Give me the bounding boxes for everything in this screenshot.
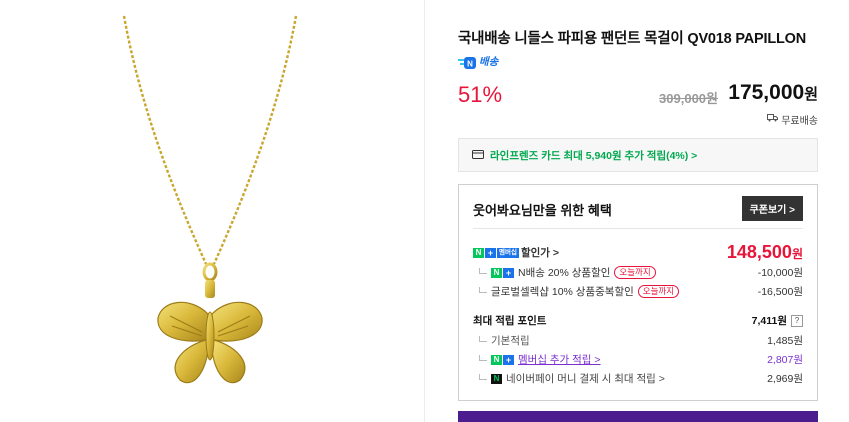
member-price-row[interactable]: N + 멤버십 할인가 > 148,500원 bbox=[473, 242, 803, 263]
shipping-label: 무료배송 bbox=[781, 116, 818, 127]
points-row[interactable]: N 네이버페이 머니 결제 시 최대 적립 > 2,969원 bbox=[473, 371, 803, 386]
tree-corner-icon bbox=[479, 373, 487, 380]
plus-icon: + bbox=[503, 267, 514, 278]
benefit-heading: 웃어봐요님만을 위한 혜택 bbox=[473, 203, 612, 218]
member-price-value: 148,500 bbox=[726, 242, 792, 262]
product-image-panel bbox=[0, 0, 425, 422]
product-title: 국내배송 니들스 파피용 팬던트 목걸이 QV018 PAPILLON bbox=[458, 31, 806, 47]
today-only-pill: 오늘까지 bbox=[614, 266, 656, 279]
discount-label: 글로벌셀렉샵 10% 상품중복할인 bbox=[491, 286, 634, 298]
card-promo-banner[interactable]: 라인프렌즈 카드 최대 5,940원 추가 적립(4%) > bbox=[458, 138, 818, 172]
coupon-view-button[interactable]: 쿠폰보기 > bbox=[741, 196, 803, 221]
tree-corner-icon bbox=[479, 354, 487, 361]
points-value: 2,969원 bbox=[767, 373, 803, 385]
card-promo-text: 라인프렌즈 카드 최대 5,940원 추가 적립(4%) > bbox=[490, 149, 698, 162]
membership-badge: 멤버십 bbox=[497, 247, 519, 258]
shipping-info: 무료배송 bbox=[767, 112, 818, 127]
max-points-label: 최대 적립 포인트 bbox=[473, 315, 547, 327]
credit-card-icon bbox=[472, 146, 484, 164]
tree-corner-icon bbox=[479, 335, 487, 342]
membership-points-link[interactable]: 멤버십 추가 적립 > bbox=[518, 352, 601, 367]
member-price-label: 할인가 > bbox=[520, 247, 559, 259]
naver-delivery-icon: N bbox=[458, 56, 476, 69]
discount-row: N + N배송 20% 상품할인 오늘까지 -10,000원 bbox=[473, 265, 803, 280]
sale-price: 175,000원 bbox=[728, 81, 818, 105]
naverpay-points-link[interactable]: 네이버페이 머니 결제 시 최대 적립 > bbox=[506, 371, 665, 386]
discount-rate: 51% bbox=[458, 82, 503, 107]
svg-text:N: N bbox=[467, 59, 473, 68]
naver-pay-icon: N bbox=[491, 373, 502, 384]
plus-icon: + bbox=[485, 247, 496, 258]
tree-corner-icon bbox=[479, 286, 487, 293]
butterfly-necklace-image[interactable] bbox=[110, 14, 310, 394]
discount-row: 글로벌셀렉샵 10% 상품중복할인 오늘까지 -16,500원 bbox=[473, 284, 803, 299]
max-points-value: 7,411원 bbox=[751, 315, 787, 327]
naver-delivery-badge: N 배송 bbox=[458, 54, 498, 69]
points-label: 기본적립 bbox=[491, 335, 530, 347]
member-benefit-box: 웃어봐요님만을 위한 혜택 쿠폰보기 > N + 멤버십 할인가 > 148,5… bbox=[458, 184, 818, 401]
sale-price-unit: 원 bbox=[804, 86, 818, 103]
product-info-panel: 국내배송 니들스 파피용 팬던트 목걸이 QV018 PAPILLON N 배송… bbox=[458, 0, 818, 422]
member-price: 148,500원 bbox=[727, 242, 803, 263]
help-icon[interactable]: ? bbox=[791, 314, 803, 327]
discount-value: -10,000원 bbox=[757, 267, 803, 279]
tree-corner-icon bbox=[479, 267, 487, 274]
discount-value: -16,500원 bbox=[757, 286, 803, 298]
points-value: 2,807원 bbox=[767, 354, 803, 366]
truck-icon bbox=[767, 114, 779, 125]
purchase-banner[interactable] bbox=[458, 411, 818, 422]
points-value: 1,485원 bbox=[767, 335, 803, 347]
naver-n-icon: N bbox=[473, 247, 484, 258]
divider bbox=[473, 228, 803, 229]
naver-n-icon: N bbox=[491, 267, 502, 278]
plus-icon: + bbox=[503, 354, 514, 365]
today-only-pill: 오늘까지 bbox=[637, 285, 680, 298]
discount-label: N배송 20% 상품할인 bbox=[518, 267, 611, 279]
delivery-badge-label: 배송 bbox=[479, 56, 499, 68]
naver-n-icon: N bbox=[491, 354, 502, 365]
max-points-row: 최대 적립 포인트 7,411원 ? bbox=[473, 313, 803, 328]
sale-price-value: 175,000 bbox=[728, 81, 805, 104]
original-price: 309,000원 bbox=[659, 91, 718, 106]
points-row[interactable]: N + 멤버십 추가 적립 > 2,807원 bbox=[473, 352, 803, 367]
member-price-unit: 원 bbox=[791, 247, 803, 261]
points-row: 기본적립 1,485원 bbox=[473, 333, 803, 348]
